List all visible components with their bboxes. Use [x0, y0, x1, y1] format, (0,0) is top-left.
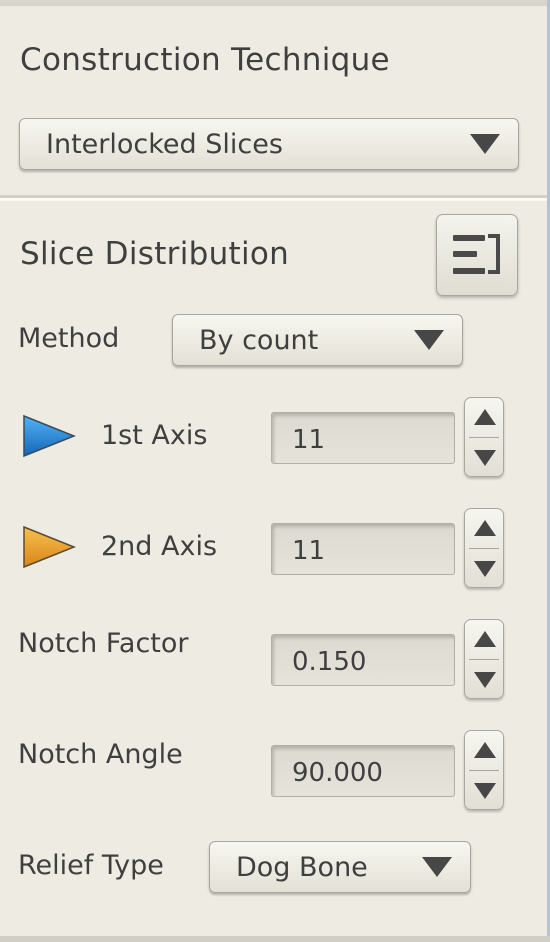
distribution-options-button[interactable]	[436, 214, 518, 296]
chevron-down-icon	[414, 330, 444, 350]
field-value: 90.000	[292, 758, 383, 788]
spin-down-icon[interactable]	[474, 561, 496, 577]
panel-bottom-edge	[0, 936, 550, 942]
dropdown-value: Dog Bone	[236, 852, 368, 883]
axis2-count-spinner[interactable]	[464, 508, 504, 588]
relief-type-label: Relief Type	[18, 850, 164, 881]
construction-technique-title: Construction Technique	[20, 42, 390, 78]
notch-angle-label: Notch Angle	[18, 739, 183, 770]
spin-up-icon[interactable]	[474, 742, 496, 758]
notch-angle-field[interactable]: 90.000	[271, 745, 455, 797]
orange-triangle-icon	[23, 525, 76, 569]
notch-factor-field[interactable]: 0.150	[271, 634, 455, 686]
chevron-down-icon	[422, 857, 452, 877]
spin-down-icon[interactable]	[474, 450, 496, 466]
axis1-count-spinner[interactable]	[464, 397, 504, 477]
axis2-label: 2nd Axis	[101, 531, 218, 562]
construction-technique-dropdown[interactable]: Interlocked Slices	[19, 118, 519, 170]
relief-type-dropdown[interactable]: Dog Bone	[209, 841, 471, 893]
field-value: 11	[292, 536, 326, 566]
method-label: Method	[18, 323, 120, 354]
slice-distribution-title: Slice Distribution	[20, 236, 290, 272]
spin-down-icon[interactable]	[474, 672, 496, 688]
method-dropdown[interactable]: By count	[172, 314, 463, 366]
spin-down-icon[interactable]	[474, 783, 496, 799]
spin-up-icon[interactable]	[474, 409, 496, 425]
dropdown-value: Interlocked Slices	[46, 129, 283, 160]
chevron-down-icon	[470, 134, 500, 154]
spin-up-icon[interactable]	[474, 520, 496, 536]
axis1-label: 1st Axis	[101, 420, 208, 451]
notch-factor-spinner[interactable]	[464, 619, 504, 699]
axis2-count-field[interactable]: 11	[271, 523, 455, 575]
field-value: 0.150	[292, 647, 367, 677]
notch-angle-spinner[interactable]	[464, 730, 504, 810]
field-value: 11	[292, 425, 326, 455]
blue-triangle-icon	[23, 414, 76, 458]
axis1-count-field[interactable]: 11	[271, 412, 455, 464]
notch-factor-label: Notch Factor	[18, 628, 189, 659]
dropdown-value: By count	[199, 325, 319, 356]
spin-up-icon[interactable]	[474, 631, 496, 647]
